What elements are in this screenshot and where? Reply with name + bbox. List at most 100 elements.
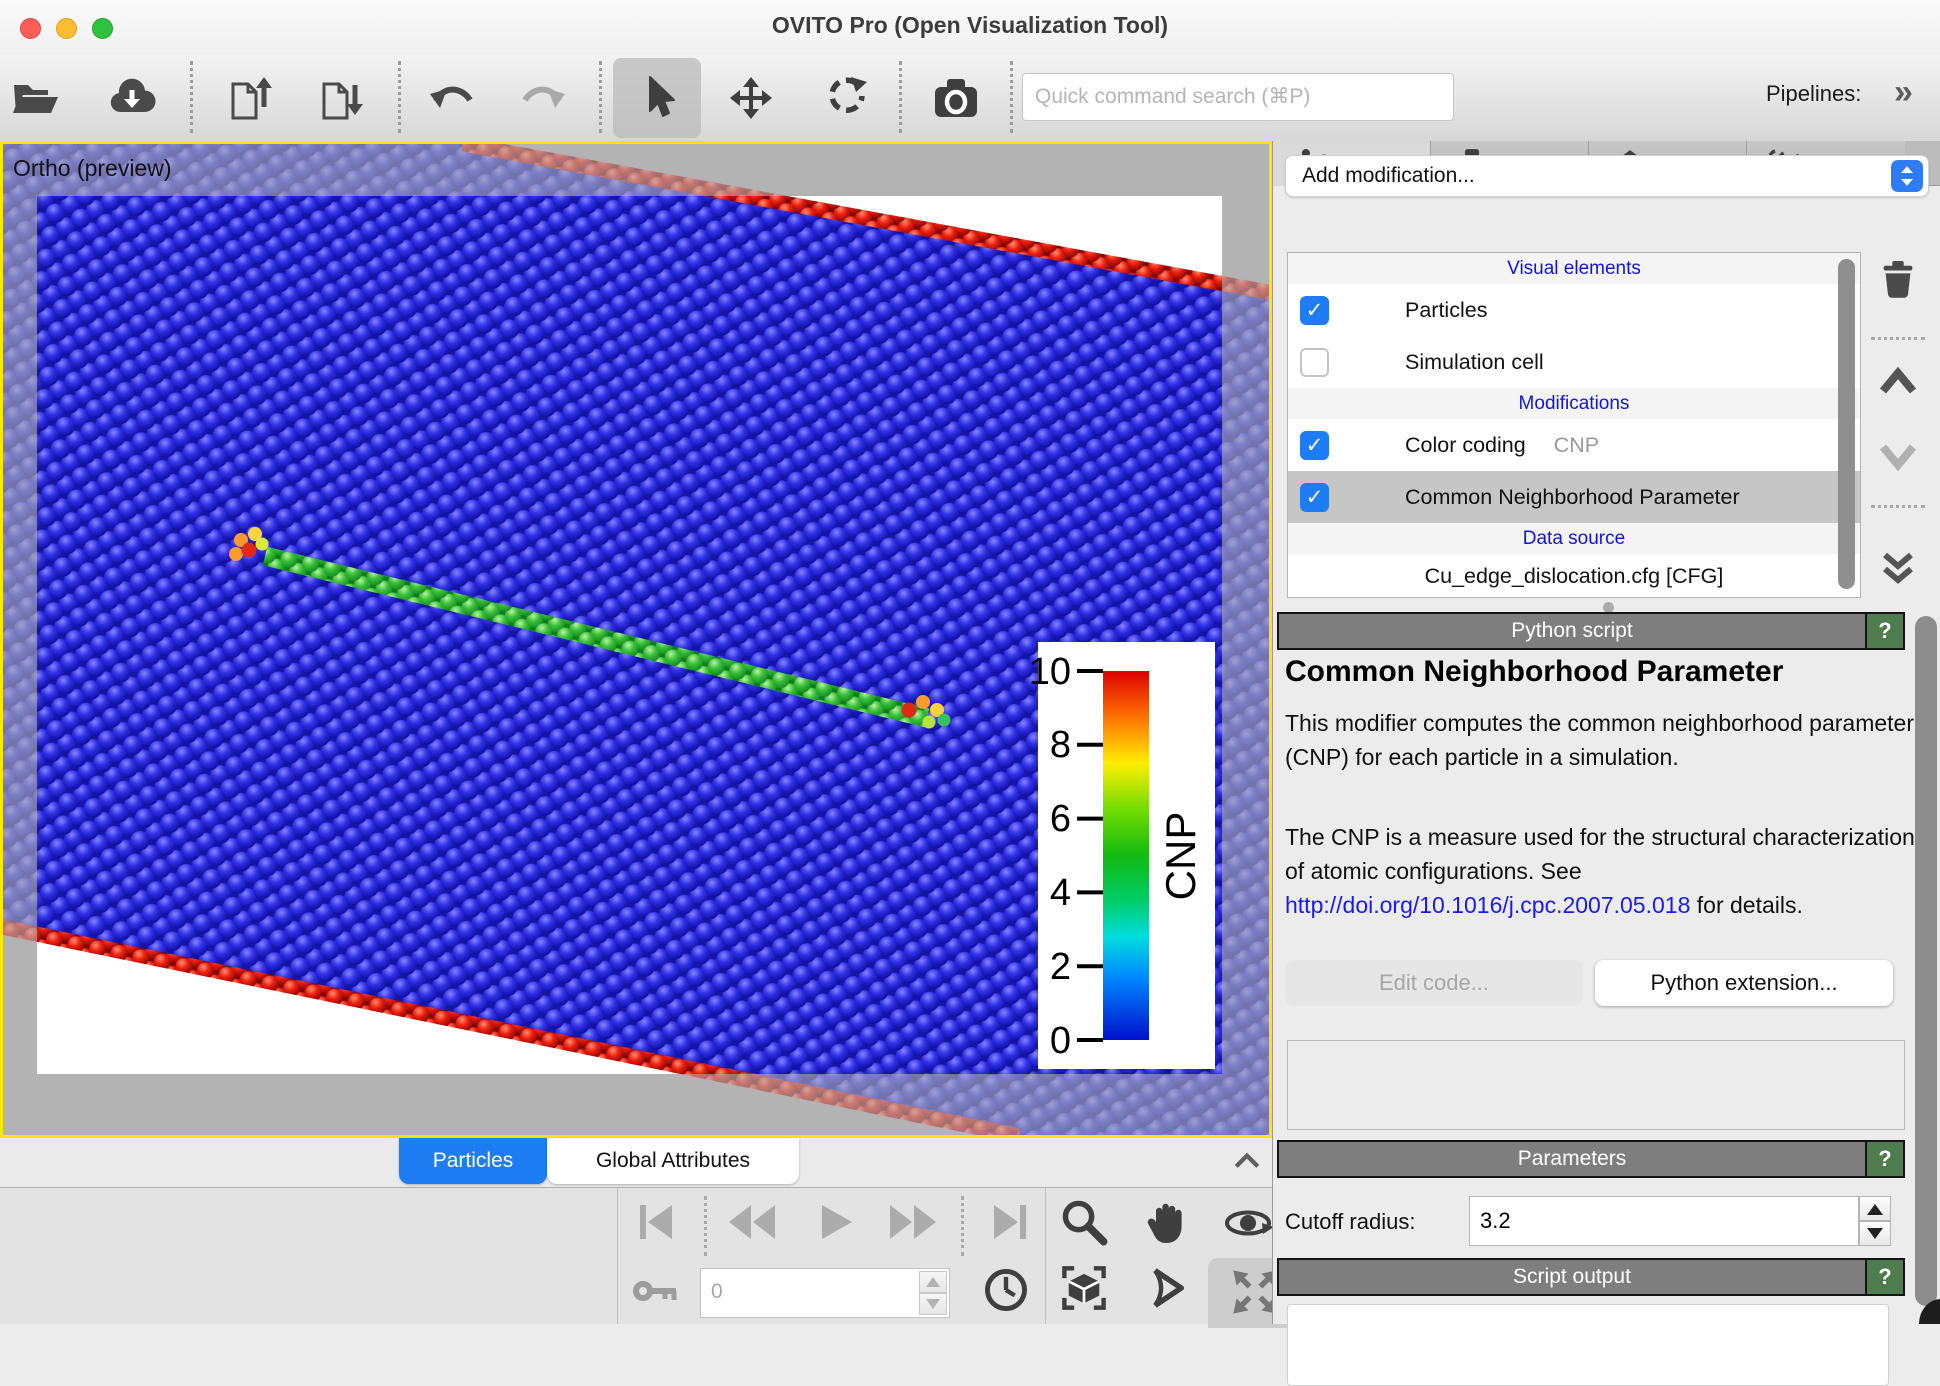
move-icon bbox=[729, 76, 773, 120]
import-remote-file-button[interactable] bbox=[104, 69, 160, 127]
delete-modifier-button[interactable] bbox=[1867, 258, 1929, 304]
rotate-mode-button[interactable] bbox=[818, 69, 874, 127]
frame-decrement-button[interactable] bbox=[919, 1293, 947, 1315]
script-output-help-button[interactable]: ? bbox=[1867, 1258, 1905, 1296]
parameters-help-button[interactable]: ? bbox=[1867, 1140, 1905, 1178]
render-button[interactable] bbox=[928, 69, 984, 127]
section-header-data-source: Data source bbox=[1288, 523, 1860, 554]
fast-forward-button[interactable] bbox=[884, 1200, 940, 1244]
undo-icon bbox=[429, 81, 475, 115]
script-output-box bbox=[1287, 1304, 1889, 1386]
skip-end-icon bbox=[988, 1200, 1032, 1244]
toolbar-separator bbox=[599, 61, 602, 133]
import-file-button[interactable] bbox=[314, 69, 370, 127]
move-mode-button[interactable] bbox=[723, 69, 779, 127]
visibility-checkbox[interactable] bbox=[1300, 296, 1329, 325]
zoom-mode-button[interactable] bbox=[1060, 1198, 1108, 1246]
pipelines-expand-button[interactable]: » bbox=[1894, 73, 1913, 112]
zoom-scene-extents-button[interactable] bbox=[1060, 1264, 1108, 1312]
colorbar-tick-label: 0 bbox=[1050, 1020, 1071, 1062]
pipelines-label: Pipelines: bbox=[1766, 81, 1861, 107]
camera-icon bbox=[932, 75, 980, 121]
doi-link[interactable]: http://doi.org/10.1016/j.cpc.2007.05.018 bbox=[1285, 892, 1690, 918]
modifier-description-paragraph: The CNP is a measure used for the struct… bbox=[1285, 820, 1917, 922]
open-file-button[interactable] bbox=[8, 69, 64, 127]
rewind-icon bbox=[725, 1200, 781, 1244]
chevron-down-icon bbox=[1877, 441, 1919, 473]
toggle-modifier-groups-button[interactable] bbox=[1867, 549, 1929, 589]
move-modifier-up-button[interactable] bbox=[1867, 365, 1929, 397]
select-mode-button[interactable] bbox=[629, 69, 685, 127]
pipeline-action-column bbox=[1867, 141, 1929, 611]
quick-command-search-input[interactable] bbox=[1022, 73, 1454, 121]
redo-button[interactable] bbox=[515, 69, 571, 127]
edit-code-button[interactable]: Edit code... bbox=[1285, 960, 1583, 1006]
toolbar-separator bbox=[899, 61, 902, 133]
frame-spinner bbox=[919, 1271, 947, 1315]
animation-settings-button[interactable] bbox=[982, 1266, 1030, 1314]
modifier-description-paragraph: This modifier computes the common neighb… bbox=[1285, 706, 1917, 774]
pan-mode-button[interactable] bbox=[1142, 1198, 1190, 1246]
tab-global-attributes[interactable]: Global Attributes bbox=[547, 1138, 799, 1184]
data-inspector-tabstrip: Particles Global Attributes bbox=[0, 1138, 1272, 1188]
enabled-checkbox[interactable] bbox=[1300, 431, 1329, 460]
window-title: OVITO Pro (Open Visualization Tool) bbox=[0, 12, 1940, 39]
move-modifier-down-button[interactable] bbox=[1867, 441, 1929, 473]
python-extension-button[interactable]: Python extension... bbox=[1595, 960, 1893, 1006]
enabled-checkbox[interactable] bbox=[1300, 483, 1329, 512]
select-cursor-icon bbox=[635, 75, 679, 121]
cutoff-radius-input[interactable] bbox=[1469, 1196, 1859, 1246]
pipeline-item-common-neighborhood-parameter[interactable]: Common Neighborhood Parameter bbox=[1288, 471, 1860, 523]
panel-scrollbar[interactable] bbox=[1915, 616, 1937, 1306]
script-output-rollout-header[interactable]: Script output bbox=[1277, 1258, 1867, 1296]
orbit-mode-button[interactable] bbox=[1222, 1200, 1276, 1244]
zoom-icon bbox=[1060, 1198, 1108, 1246]
pipeline-item-color-coding[interactable]: Color coding CNP bbox=[1288, 419, 1860, 471]
animation-keys-button[interactable] bbox=[632, 1268, 680, 1314]
tab-particles[interactable]: Particles bbox=[399, 1138, 547, 1184]
python-script-help-button[interactable]: ? bbox=[1867, 612, 1905, 650]
collapse-chevron-icon bbox=[1232, 1148, 1262, 1174]
file-export-icon bbox=[227, 75, 275, 121]
frame-increment-button[interactable] bbox=[919, 1271, 947, 1293]
modifier-badge: CNP bbox=[1554, 433, 1599, 458]
pipeline-list-scrollbar[interactable] bbox=[1838, 259, 1855, 589]
window-titlebar: OVITO Pro (Open Visualization Tool) bbox=[0, 0, 1940, 56]
add-modification-dropdown[interactable]: Add modification... bbox=[1285, 155, 1929, 197]
divider bbox=[617, 1188, 618, 1324]
toolbar-separator bbox=[1010, 61, 1013, 133]
colorbar-tick-label: 10 bbox=[1029, 651, 1071, 693]
pipeline-item-particles[interactable]: Particles bbox=[1288, 284, 1860, 336]
rotate-icon bbox=[823, 75, 869, 121]
pipeline-item-data-source[interactable]: Cu_edge_dislocation.cfg [CFG] bbox=[1288, 554, 1860, 598]
main-toolbar: Pipelines: » bbox=[0, 55, 1940, 142]
frame-number-input[interactable] bbox=[701, 1269, 921, 1315]
play-button[interactable] bbox=[814, 1200, 858, 1244]
viewport-label[interactable]: Ortho (preview) bbox=[13, 155, 171, 181]
trash-icon bbox=[1877, 258, 1919, 304]
fast-forward-icon bbox=[884, 1200, 940, 1244]
skip-to-start-button[interactable] bbox=[634, 1200, 678, 1244]
rewind-button[interactable] bbox=[725, 1200, 781, 1244]
export-file-button[interactable] bbox=[223, 69, 279, 127]
orbit-icon bbox=[1222, 1200, 1276, 1244]
undo-button[interactable] bbox=[424, 69, 480, 127]
divider bbox=[1045, 1188, 1046, 1324]
viewport[interactable]: 10 8 6 4 2 0 CNP Ortho (preview) bbox=[0, 141, 1272, 1138]
section-header-modifications: Modifications bbox=[1288, 388, 1860, 419]
open-folder-icon bbox=[12, 76, 60, 120]
separator bbox=[704, 1196, 707, 1256]
visibility-checkbox[interactable] bbox=[1300, 348, 1329, 377]
pipeline-item-simulation-cell[interactable]: Simulation cell bbox=[1288, 336, 1860, 388]
parameters-rollout-header[interactable]: Parameters bbox=[1277, 1140, 1867, 1178]
viewport-canvas[interactable]: 10 8 6 4 2 0 CNP Ortho (preview) bbox=[3, 144, 1269, 1135]
skip-to-end-button[interactable] bbox=[988, 1200, 1032, 1244]
python-script-rollout-header[interactable]: Python script bbox=[1277, 612, 1867, 650]
collapse-inspector-button[interactable] bbox=[1232, 1148, 1262, 1174]
view-direction-button[interactable] bbox=[1142, 1264, 1190, 1312]
animation-control-bar bbox=[0, 1188, 1272, 1324]
zoom-scene-extents-icon bbox=[1060, 1264, 1108, 1312]
separator bbox=[961, 1196, 964, 1256]
cutoff-increment-button[interactable] bbox=[1859, 1196, 1891, 1221]
cutoff-decrement-button[interactable] bbox=[1859, 1221, 1891, 1246]
